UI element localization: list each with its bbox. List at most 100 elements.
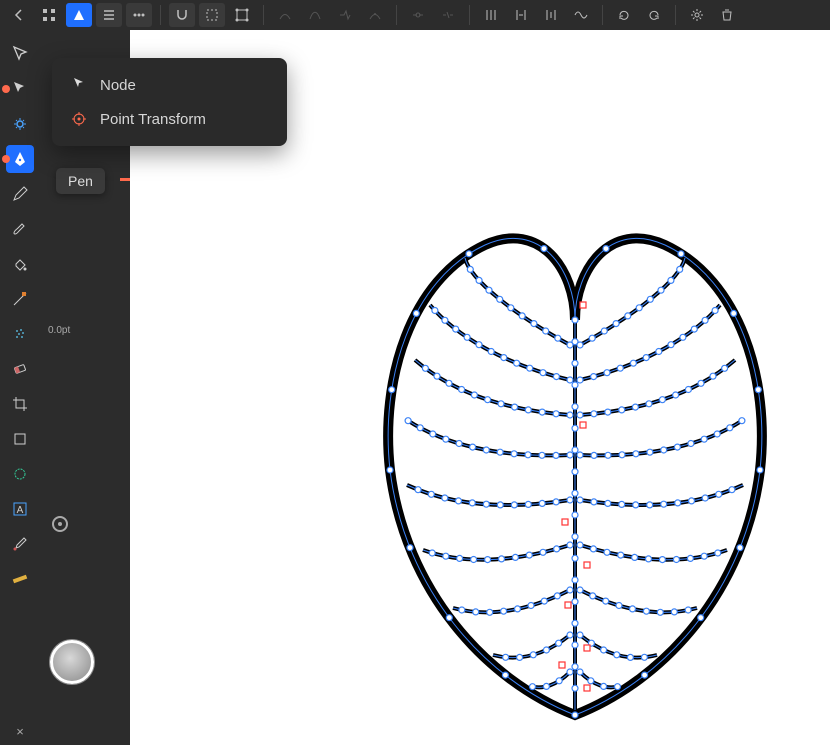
path-node[interactable]	[446, 380, 452, 386]
path-node[interactable]	[630, 360, 636, 366]
path-node[interactable]	[643, 608, 649, 614]
path-node[interactable]	[689, 498, 695, 504]
path-node[interactable]	[466, 251, 472, 257]
path-node[interactable]	[643, 355, 649, 361]
path-node[interactable]	[456, 498, 462, 504]
grid-icon[interactable]	[36, 3, 62, 27]
path-node[interactable]	[514, 360, 520, 366]
path-node[interactable]	[525, 407, 531, 413]
path-node[interactable]	[567, 632, 573, 638]
path-node[interactable]	[701, 553, 707, 559]
path-node[interactable]	[572, 512, 578, 518]
path-node[interactable]	[483, 501, 489, 507]
path-node[interactable]	[511, 451, 517, 457]
path-node[interactable]	[527, 365, 533, 371]
sharp-node[interactable]	[559, 662, 565, 668]
path-node[interactable]	[541, 598, 547, 604]
path-node[interactable]	[429, 550, 435, 556]
path-node[interactable]	[757, 467, 763, 473]
star-tool[interactable]	[6, 460, 34, 488]
path-node[interactable]	[636, 305, 642, 311]
path-node[interactable]	[515, 606, 521, 612]
path-node[interactable]	[688, 441, 694, 447]
path-node[interactable]	[539, 500, 545, 506]
path-node[interactable]	[632, 404, 638, 410]
shape-tool[interactable]	[6, 425, 34, 453]
path-node[interactable]	[519, 313, 525, 319]
path-node[interactable]	[658, 287, 664, 293]
path-node[interactable]	[553, 374, 559, 380]
path-node[interactable]	[485, 557, 491, 563]
path-node[interactable]	[673, 557, 679, 563]
trash-icon[interactable]	[714, 3, 740, 27]
pencil-tool[interactable]	[6, 180, 34, 208]
path-node[interactable]	[677, 266, 683, 272]
path-node[interactable]	[543, 647, 549, 653]
path-node[interactable]	[647, 449, 653, 455]
transform-icon[interactable]	[229, 3, 255, 27]
path-node[interactable]	[678, 251, 684, 257]
path-node[interactable]	[483, 447, 489, 453]
path-node[interactable]	[698, 615, 704, 621]
path-node[interactable]	[572, 642, 578, 648]
path-node[interactable]	[591, 452, 597, 458]
path-node[interactable]	[633, 451, 639, 457]
path-node[interactable]	[603, 598, 609, 604]
pen-tool[interactable]	[6, 145, 34, 173]
path-node[interactable]	[497, 449, 503, 455]
path-node[interactable]	[729, 487, 735, 493]
path-node[interactable]	[572, 317, 578, 323]
path-node[interactable]	[687, 555, 693, 561]
ruler-tool[interactable]	[6, 565, 34, 593]
path-node[interactable]	[659, 397, 665, 403]
path-node[interactable]	[501, 355, 507, 361]
path-node[interactable]	[567, 377, 573, 383]
path-node[interactable]	[459, 607, 465, 613]
path-node[interactable]	[567, 497, 573, 503]
path-node[interactable]	[407, 545, 413, 551]
path-node[interactable]	[443, 553, 449, 559]
path-node[interactable]	[572, 534, 578, 540]
path-node[interactable]	[577, 669, 583, 675]
path-node[interactable]	[647, 296, 653, 302]
move-tool[interactable]	[6, 40, 34, 68]
path-node[interactable]	[577, 412, 583, 418]
colorpicker-tool[interactable]	[6, 530, 34, 558]
path-node[interactable]	[434, 373, 440, 379]
path-node[interactable]	[601, 328, 607, 334]
path-node[interactable]	[605, 409, 611, 415]
path-node[interactable]	[633, 502, 639, 508]
app-icon[interactable]	[66, 3, 92, 27]
node-tool[interactable]	[6, 75, 34, 103]
bounding-box-icon[interactable]	[199, 3, 225, 27]
path-node[interactable]	[530, 684, 536, 690]
path-node[interactable]	[685, 387, 691, 393]
path-node[interactable]	[541, 246, 547, 252]
path-node[interactable]	[619, 407, 625, 413]
path-node[interactable]	[603, 246, 609, 252]
path-node[interactable]	[572, 712, 578, 718]
more-icon[interactable]	[126, 3, 152, 27]
path-node[interactable]	[617, 365, 623, 371]
path-node[interactable]	[675, 500, 681, 506]
path-node[interactable]	[632, 554, 638, 560]
hamburger-icon[interactable]	[96, 3, 122, 27]
align-h2-icon[interactable]	[508, 3, 534, 27]
stroke-width-value[interactable]: 0.0pt	[48, 325, 70, 336]
path-node[interactable]	[525, 501, 531, 507]
path-node[interactable]	[501, 608, 507, 614]
path-node[interactable]	[685, 607, 691, 613]
sharp-node[interactable]	[562, 519, 568, 525]
path-node[interactable]	[615, 684, 621, 690]
path-node[interactable]	[591, 411, 597, 417]
path-node[interactable]	[716, 491, 722, 497]
path-node[interactable]	[567, 412, 573, 418]
path-node[interactable]	[618, 552, 624, 558]
path-node[interactable]	[554, 593, 560, 599]
path-node[interactable]	[572, 664, 578, 670]
path-node[interactable]	[591, 374, 597, 380]
path-node[interactable]	[554, 546, 560, 552]
path-node[interactable]	[661, 447, 667, 453]
path-node[interactable]	[657, 609, 663, 615]
path-node[interactable]	[556, 678, 562, 684]
